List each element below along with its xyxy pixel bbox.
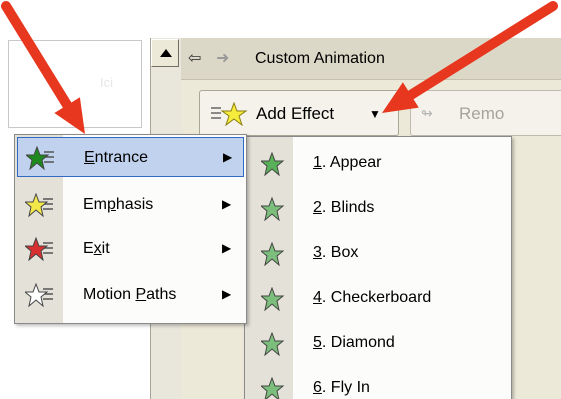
entrance-effect-star-icon bbox=[259, 151, 291, 181]
menu-item-motion-paths[interactable]: Motion Paths ▶ bbox=[17, 275, 244, 315]
remove-label: Remo bbox=[459, 104, 505, 123]
entrance-effect-star-icon bbox=[259, 331, 291, 361]
submenu-arrow-icon: ▶ bbox=[222, 241, 232, 255]
up-arrow-icon bbox=[160, 49, 172, 57]
menu-item-label: Entrance bbox=[84, 149, 149, 166]
thumbnail-text: Ici bbox=[100, 75, 113, 90]
add-effect-menu: Entrance ▶ Emphasis ▶ Exit ▶ Motion Paths ▶ bbox=[14, 134, 247, 324]
submenu-arrow-icon: ▶ bbox=[223, 150, 233, 164]
menu-item-label: Motion Paths bbox=[83, 286, 177, 303]
submenu-item-label: 3. Box bbox=[313, 244, 359, 261]
forward-arrow-icon[interactable]: ➜ bbox=[216, 48, 229, 68]
submenu-item-label: 5. Diamond bbox=[313, 334, 395, 351]
remove-button[interactable]: ↬ Remo bbox=[410, 90, 561, 136]
submenu-item-label: 6. Fly In bbox=[313, 379, 370, 396]
entrance-submenu: 1. Appear 2. Blinds 3. Box 4. Checkerboard 5… bbox=[244, 136, 512, 399]
add-effect-star-icon bbox=[210, 101, 248, 131]
submenu-item-box[interactable]: 3. Box bbox=[247, 231, 509, 275]
submenu-item-appear[interactable]: 1. Appear bbox=[247, 141, 509, 185]
entrance-effect-star-icon bbox=[259, 286, 291, 316]
dropdown-arrow-icon: ▼ bbox=[369, 107, 381, 121]
entrance-effect-star-icon bbox=[259, 196, 291, 226]
submenu-item-label: 2. Blinds bbox=[313, 199, 375, 216]
menu-item-label: Exit bbox=[83, 240, 110, 257]
menu-item-label: Emphasis bbox=[83, 196, 154, 213]
submenu-item-fly-in[interactable]: 6. Fly In bbox=[247, 366, 509, 399]
submenu-item-blinds[interactable]: 2. Blinds bbox=[247, 186, 509, 230]
entrance-star-icon bbox=[24, 145, 56, 175]
submenu-item-label: 1. Appear bbox=[313, 154, 382, 171]
add-effect-button[interactable]: Add Effect ▼ bbox=[199, 90, 399, 136]
scroll-up-button[interactable] bbox=[151, 39, 179, 67]
remove-icon: ↬ bbox=[421, 105, 433, 121]
menu-item-exit[interactable]: Exit ▶ bbox=[17, 229, 244, 269]
submenu-item-diamond[interactable]: 5. Diamond bbox=[247, 321, 509, 365]
entrance-effect-star-icon bbox=[259, 376, 291, 399]
motion-path-star-icon bbox=[23, 282, 55, 312]
menu-item-emphasis[interactable]: Emphasis ▶ bbox=[17, 185, 244, 225]
entrance-effect-star-icon bbox=[259, 241, 291, 271]
task-pane-right-area bbox=[512, 136, 561, 399]
slide-thumbnail[interactable] bbox=[8, 40, 142, 128]
emphasis-star-icon bbox=[23, 192, 55, 222]
submenu-item-checkerboard[interactable]: 4. Checkerboard bbox=[247, 276, 509, 320]
exit-star-icon bbox=[23, 236, 55, 266]
add-effect-label: Add Effect bbox=[256, 104, 335, 123]
submenu-item-label: 4. Checkerboard bbox=[313, 289, 432, 306]
submenu-arrow-icon: ▶ bbox=[222, 287, 232, 301]
submenu-arrow-icon: ▶ bbox=[222, 197, 232, 211]
menu-item-entrance[interactable]: Entrance ▶ bbox=[17, 137, 244, 177]
back-arrow-icon[interactable]: ⇦ bbox=[188, 48, 201, 68]
task-pane-title[interactable]: Custom Animation bbox=[255, 50, 385, 68]
